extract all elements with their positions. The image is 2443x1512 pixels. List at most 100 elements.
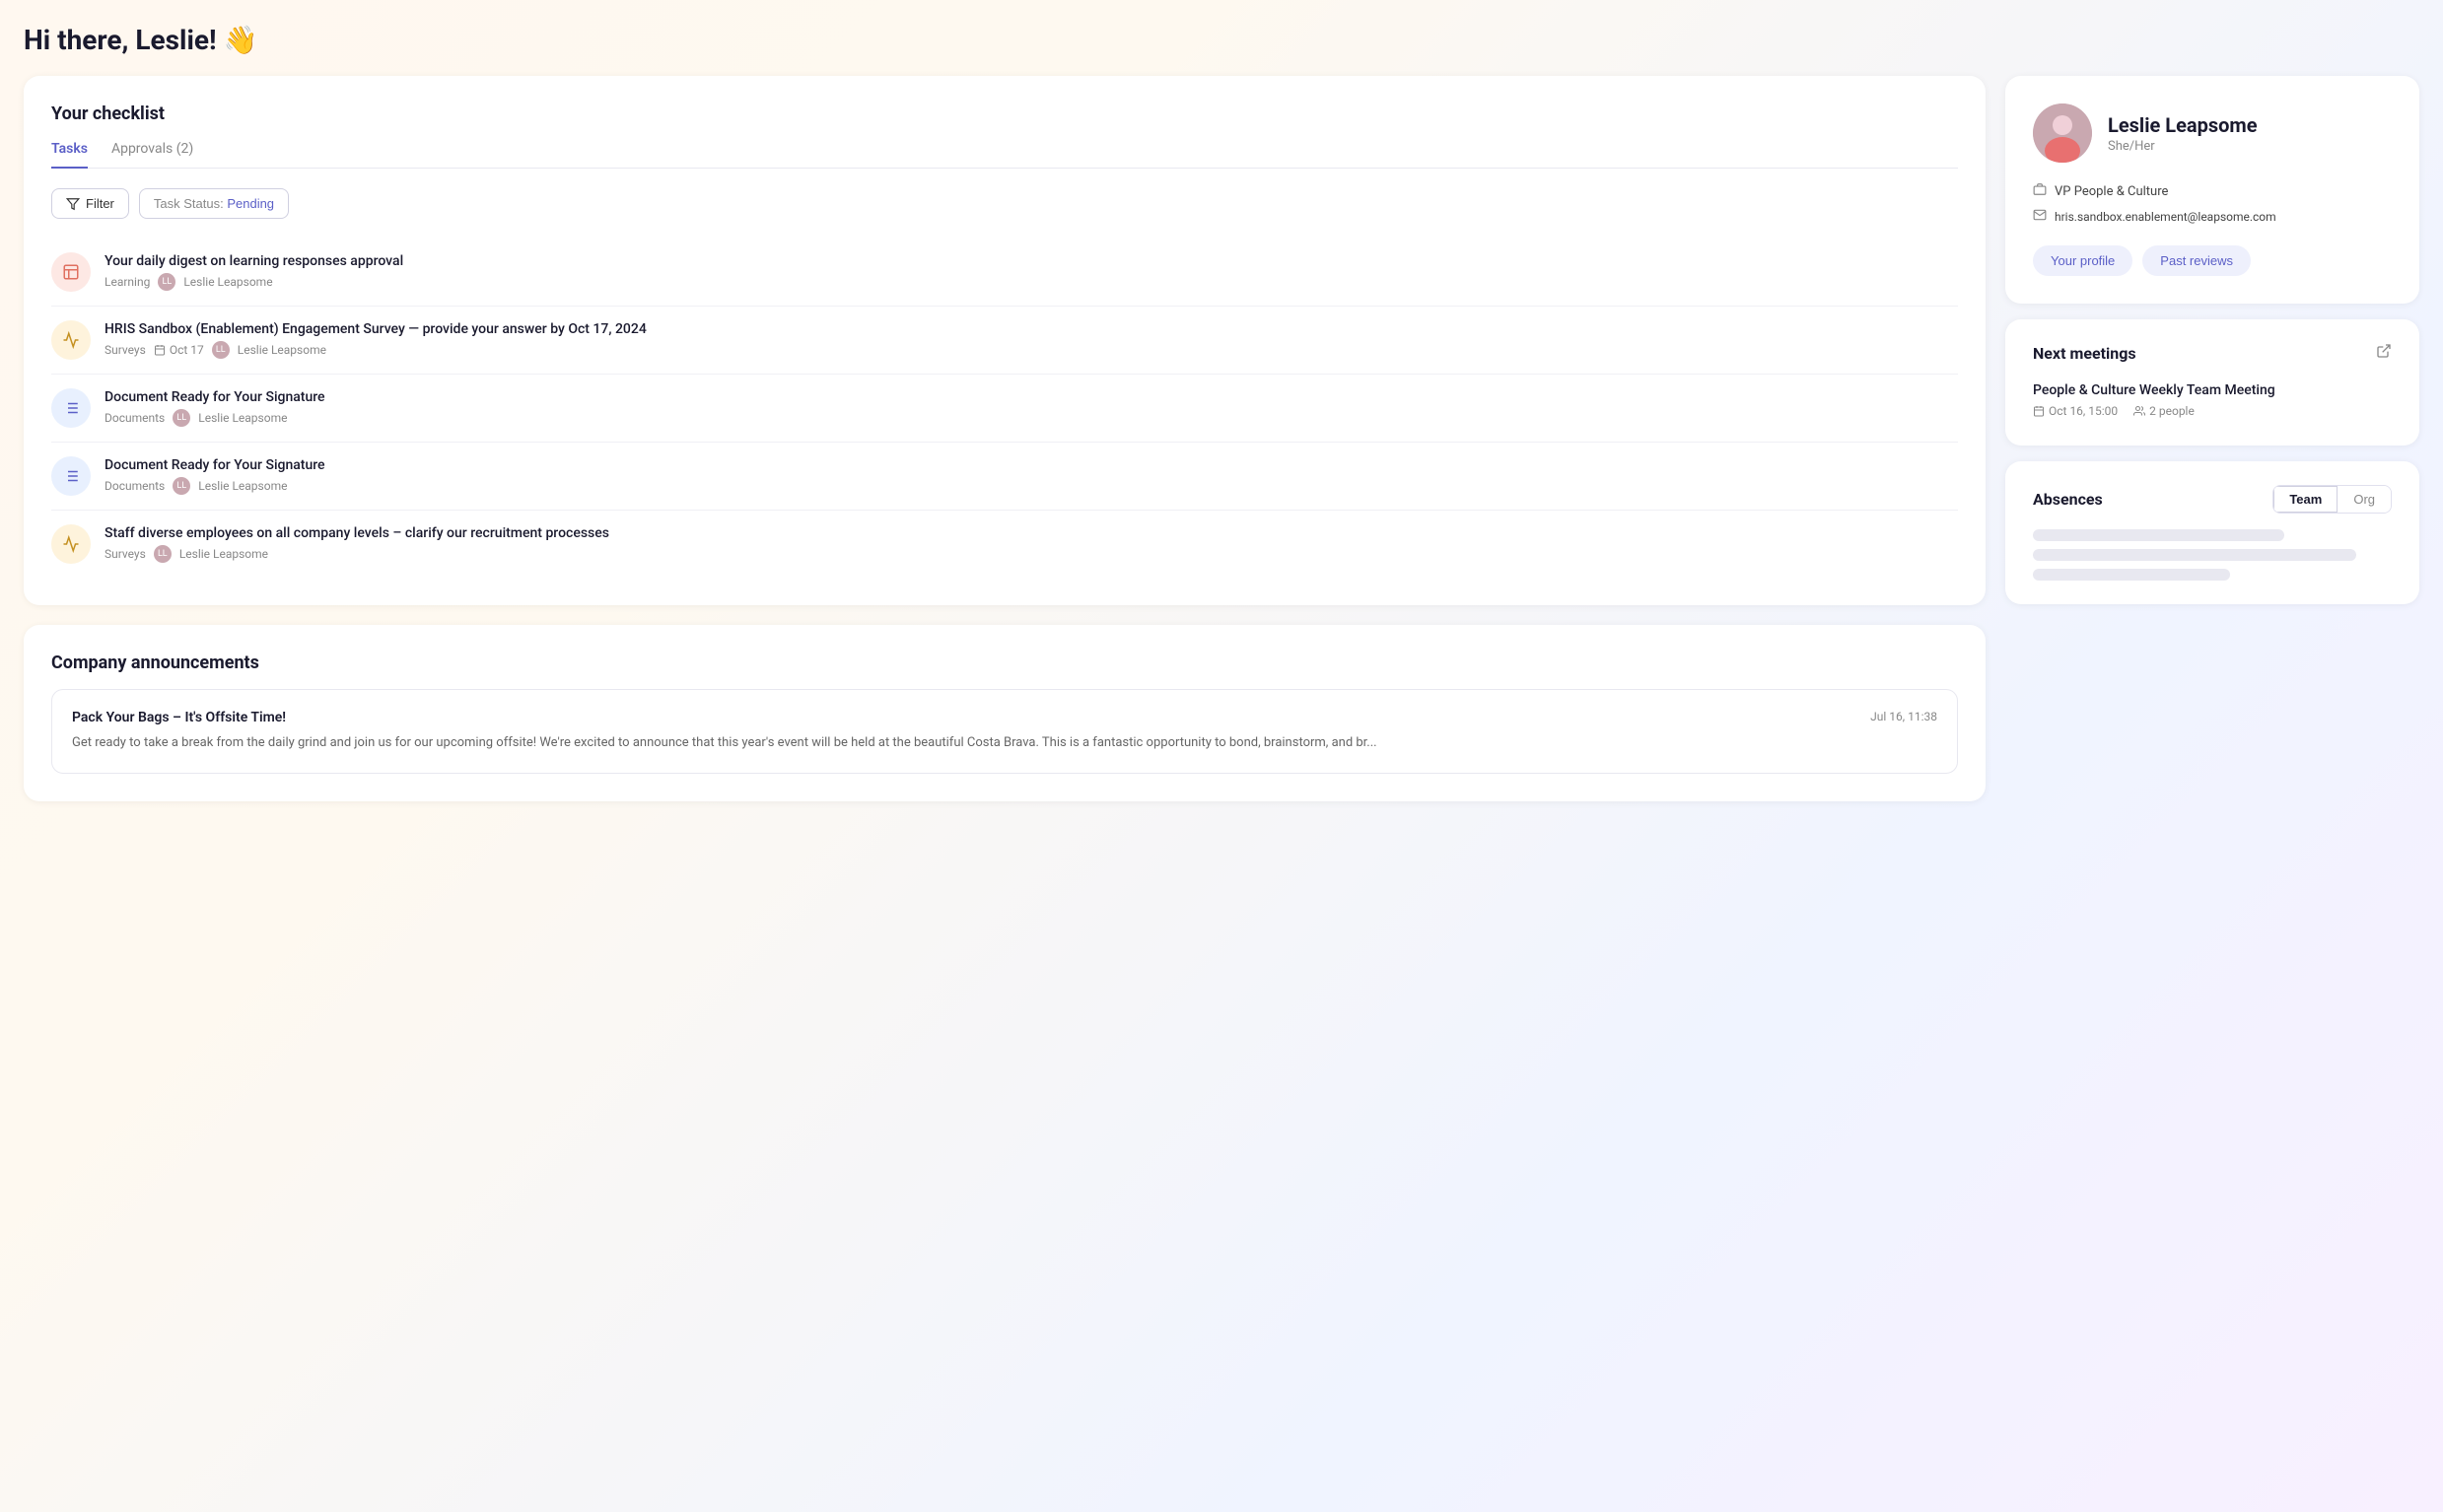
absences-loading bbox=[2033, 529, 2392, 581]
task-list: Your daily digest on learning responses … bbox=[51, 239, 1958, 578]
announcement-title: Pack Your Bags – It's Offsite Time! bbox=[72, 710, 286, 725]
task-meta: Documents LL Leslie Leapsome bbox=[105, 409, 1958, 427]
meeting-item[interactable]: People & Culture Weekly Team Meeting Oct… bbox=[2033, 378, 2392, 422]
email-icon bbox=[2033, 208, 2047, 226]
absences-header: Absences Team Org bbox=[2033, 485, 2392, 514]
avatar: LL bbox=[158, 273, 175, 291]
task-item[interactable]: Your daily digest on learning responses … bbox=[51, 239, 1958, 307]
toggle-org-button[interactable]: Org bbox=[2338, 486, 2391, 513]
past-reviews-button[interactable]: Past reviews bbox=[2142, 245, 2251, 276]
task-assignee: Leslie Leapsome bbox=[238, 343, 326, 357]
task-meta: Surveys Oct 17 LL Leslie Leapsome bbox=[105, 341, 1958, 359]
task-tag: Surveys bbox=[105, 547, 146, 561]
task-item[interactable]: Staff diverse employees on all company l… bbox=[51, 511, 1958, 578]
meetings-title: Next meetings bbox=[2033, 344, 2136, 363]
task-tag: Surveys bbox=[105, 343, 146, 357]
profile-role: VP People & Culture bbox=[2055, 184, 2168, 199]
task-content: Staff diverse employees on all company l… bbox=[105, 525, 1958, 563]
task-content: HRIS Sandbox (Enablement) Engagement Sur… bbox=[105, 321, 1958, 359]
checklist-tabs: Tasks Approvals (2) bbox=[51, 140, 1958, 169]
task-tag: Learning bbox=[105, 275, 150, 289]
filter-icon bbox=[66, 197, 80, 211]
profile-avatar bbox=[2033, 103, 2092, 163]
profile-details: VP People & Culture hris.sandbox.enablem… bbox=[2033, 182, 2392, 226]
announcement-date: Jul 16, 11:38 bbox=[1870, 710, 1937, 723]
task-date: Oct 17 bbox=[170, 343, 204, 357]
task-assignee: Leslie Leapsome bbox=[183, 275, 272, 289]
briefcase-icon bbox=[2033, 182, 2047, 200]
task-title: Staff diverse employees on all company l… bbox=[105, 525, 1958, 541]
status-value: Pending bbox=[227, 196, 274, 211]
task-tag: Documents bbox=[105, 411, 165, 425]
meeting-name: People & Culture Weekly Team Meeting bbox=[2033, 382, 2392, 398]
meetings-header: Next meetings bbox=[2033, 343, 2392, 363]
meetings-card: Next meetings People & Culture Weekly Te… bbox=[2005, 319, 2419, 446]
profile-card: Leslie Leapsome She/Her VP People & Cult… bbox=[2005, 76, 2419, 304]
absences-card: Absences Team Org bbox=[2005, 461, 2419, 604]
external-link-icon[interactable] bbox=[2376, 343, 2392, 363]
tab-tasks[interactable]: Tasks bbox=[51, 141, 88, 169]
checklist-title: Your checklist bbox=[51, 103, 1958, 124]
task-tag: Documents bbox=[105, 479, 165, 493]
profile-email-item: hris.sandbox.enablement@leapsome.com bbox=[2033, 208, 2392, 226]
task-meta: Learning LL Leslie Leapsome bbox=[105, 273, 1958, 291]
task-status-button[interactable]: Task Status: Pending bbox=[139, 188, 289, 219]
task-item[interactable]: Document Ready for Your Signature Docume… bbox=[51, 443, 1958, 511]
absences-toggle: Team Org bbox=[2272, 485, 2392, 514]
filter-bar: Filter Task Status: Pending bbox=[51, 188, 1958, 219]
task-item[interactable]: Document Ready for Your Signature Docume… bbox=[51, 375, 1958, 443]
avatar: LL bbox=[154, 545, 172, 563]
filter-label: Filter bbox=[86, 196, 114, 211]
task-title: Your daily digest on learning responses … bbox=[105, 253, 1958, 269]
task-meta: Documents LL Leslie Leapsome bbox=[105, 477, 1958, 495]
meeting-date: Oct 16, 15:00 bbox=[2049, 404, 2118, 418]
loading-bar-1 bbox=[2033, 529, 2284, 541]
task-icon-document bbox=[51, 456, 91, 496]
page-greeting: Hi there, Leslie! 👋 bbox=[24, 24, 2419, 56]
task-title: Document Ready for Your Signature bbox=[105, 457, 1958, 473]
avatar: LL bbox=[173, 409, 190, 427]
task-title: Document Ready for Your Signature bbox=[105, 389, 1958, 405]
profile-actions: Your profile Past reviews bbox=[2033, 245, 2392, 276]
avatar: LL bbox=[212, 341, 230, 359]
announcements-title: Company announcements bbox=[51, 653, 1958, 673]
announcement-item[interactable]: Pack Your Bags – It's Offsite Time! Jul … bbox=[51, 689, 1958, 774]
task-icon-document bbox=[51, 388, 91, 428]
task-content: Your daily digest on learning responses … bbox=[105, 253, 1958, 291]
loading-bar-3 bbox=[2033, 569, 2230, 581]
loading-bar-2 bbox=[2033, 549, 2356, 561]
task-assignee: Leslie Leapsome bbox=[179, 547, 268, 561]
tab-approvals[interactable]: Approvals (2) bbox=[111, 141, 193, 169]
checklist-card: Your checklist Tasks Approvals (2) Filte… bbox=[24, 76, 1986, 605]
your-profile-button[interactable]: Your profile bbox=[2033, 245, 2132, 276]
task-content: Document Ready for Your Signature Docume… bbox=[105, 389, 1958, 427]
profile-email: hris.sandbox.enablement@leapsome.com bbox=[2055, 210, 2276, 224]
status-label: Task Status: bbox=[154, 196, 224, 211]
profile-header: Leslie Leapsome She/Her bbox=[2033, 103, 2392, 163]
meeting-attendees-item: 2 people bbox=[2133, 404, 2195, 418]
task-item[interactable]: HRIS Sandbox (Enablement) Engagement Sur… bbox=[51, 307, 1958, 375]
task-icon-learning bbox=[51, 252, 91, 292]
date-tag: Oct 17 bbox=[154, 343, 204, 357]
profile-name: Leslie Leapsome bbox=[2108, 113, 2258, 137]
avatar: LL bbox=[173, 477, 190, 495]
task-meta: Surveys LL Leslie Leapsome bbox=[105, 545, 1958, 563]
meeting-meta: Oct 16, 15:00 2 people bbox=[2033, 404, 2392, 418]
filter-button[interactable]: Filter bbox=[51, 188, 129, 219]
absences-title: Absences bbox=[2033, 490, 2103, 509]
profile-role-item: VP People & Culture bbox=[2033, 182, 2392, 200]
profile-pronouns: She/Her bbox=[2108, 139, 2258, 154]
toggle-team-button[interactable]: Team bbox=[2273, 486, 2338, 513]
task-assignee: Leslie Leapsome bbox=[198, 411, 287, 425]
task-icon-survey bbox=[51, 320, 91, 360]
meeting-date-item: Oct 16, 15:00 bbox=[2033, 404, 2118, 418]
profile-info: Leslie Leapsome She/Her bbox=[2108, 113, 2258, 154]
avatar-image bbox=[2033, 103, 2092, 163]
people-icon bbox=[2133, 405, 2145, 417]
announcement-header: Pack Your Bags – It's Offsite Time! Jul … bbox=[72, 710, 1937, 725]
task-content: Document Ready for Your Signature Docume… bbox=[105, 457, 1958, 495]
calendar-icon bbox=[154, 344, 166, 356]
task-assignee: Leslie Leapsome bbox=[198, 479, 287, 493]
task-title: HRIS Sandbox (Enablement) Engagement Sur… bbox=[105, 321, 1958, 337]
calendar-icon bbox=[2033, 405, 2045, 417]
